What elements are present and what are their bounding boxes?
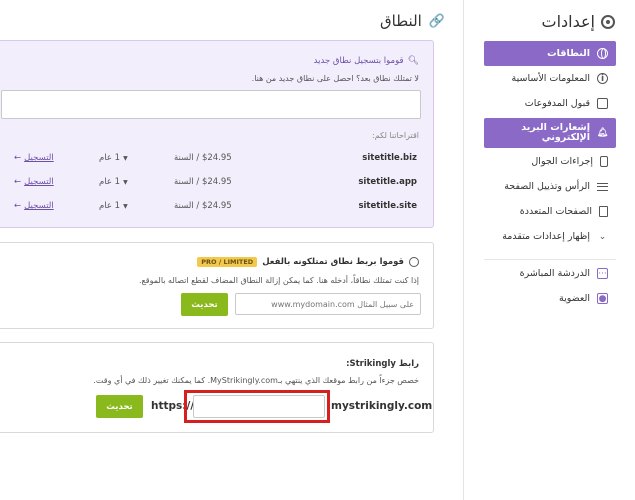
sidebar-item-live-chat[interactable]: ··· الدردشة المباشرة bbox=[484, 261, 616, 286]
suggestion-domain: sitetitle.app bbox=[358, 177, 417, 187]
search-icon: 🔍︎ bbox=[407, 56, 419, 66]
gear-icon bbox=[601, 14, 615, 29]
sidebar-item-header-footer[interactable]: الرأس وتذييل الصفحة bbox=[484, 174, 616, 199]
chevron-down-icon: ⌄ bbox=[598, 231, 607, 242]
term-select[interactable]: ▼ 1 عام bbox=[99, 153, 128, 163]
suggestions-label: اقتراحاتنا لكم: bbox=[372, 131, 419, 140]
sidebar-item-domains[interactable]: النطاقات bbox=[484, 41, 616, 66]
header-footer-icon bbox=[597, 182, 608, 191]
suggestion-row: sitetitle.site $24.95 / السنة ▼ 1 عام الت… bbox=[1, 201, 421, 215]
highlight-box bbox=[184, 390, 330, 423]
register-subtitle: لا تمتلك نطاق بعد؟ احصل على نطاق جديد من… bbox=[251, 74, 419, 83]
strikingly-title: رابط Strikingly: bbox=[346, 359, 419, 369]
term-select[interactable]: ▼ 1 عام bbox=[99, 177, 128, 187]
sidebar-item-multiple-pages[interactable]: الصفحات المتعددة bbox=[484, 199, 616, 224]
suggestion-price: $24.95 / السنة bbox=[174, 201, 232, 211]
suggestion-price: $24.95 / السنة bbox=[174, 177, 232, 187]
page-title: 🔗 النطاق bbox=[380, 12, 445, 30]
strikingly-url-panel: رابط Strikingly: خصص جزءاً من رابط موقعك… bbox=[0, 342, 434, 433]
url-suffix: mystrikingly.com bbox=[331, 400, 433, 412]
suggestion-domain: sitetitle.site bbox=[358, 201, 417, 211]
sidebar-item-membership[interactable]: ● العضوية bbox=[484, 286, 616, 311]
suggestion-domain: sitetitle.biz bbox=[362, 153, 417, 163]
strikingly-subtitle: خصص جزءاً من رابط موقعك الذي ينتهي بـMyS… bbox=[93, 376, 419, 385]
register-title: 🔍︎ قوموا بتسجيل نطاق جديد bbox=[313, 56, 419, 66]
sidebar-title: إعدادات bbox=[542, 12, 615, 31]
settings-sidebar: إعدادات النطاقات i المعلومات الأساسية قب… bbox=[463, 0, 635, 500]
connect-update-button[interactable]: تحديث bbox=[181, 293, 228, 316]
register-domain-panel: 🔍︎ قوموا بتسجيل نطاق جديد لا تمتلك نطاق … bbox=[0, 40, 434, 228]
domain-search-input[interactable] bbox=[1, 90, 421, 119]
term-select[interactable]: ▼ 1 عام bbox=[99, 201, 128, 211]
pages-icon bbox=[599, 206, 608, 217]
register-link[interactable]: التسجيل ← bbox=[14, 153, 54, 163]
sidebar-item-mobile-actions[interactable]: إجراءات الجوال bbox=[484, 149, 616, 174]
register-link[interactable]: التسجيل ← bbox=[14, 201, 54, 211]
sidebar-item-payments[interactable]: قبول المدفوعات bbox=[484, 91, 616, 116]
suggestion-row: sitetitle.biz $24.95 / السنة ▼ 1 عام التس… bbox=[1, 153, 421, 167]
globe-icon bbox=[409, 257, 419, 267]
bell-icon: 🔔︎ bbox=[596, 128, 609, 138]
chat-icon: ··· bbox=[597, 268, 608, 279]
arrow-left-icon: ← bbox=[14, 201, 22, 211]
sidebar-item-advanced-settings[interactable]: ⌄ إظهار إعدادات متقدمة bbox=[484, 224, 616, 249]
membership-icon: ● bbox=[597, 293, 608, 304]
payment-icon bbox=[597, 98, 608, 109]
arrow-left-icon: ← bbox=[14, 153, 22, 163]
strikingly-update-button[interactable]: تحديث bbox=[96, 395, 143, 418]
phone-icon bbox=[600, 156, 608, 167]
suggestion-price: $24.95 / السنة bbox=[174, 153, 232, 163]
link-icon: 🔗 bbox=[428, 13, 445, 29]
globe-icon bbox=[597, 48, 608, 59]
sidebar-item-email-notifications[interactable]: 🔔︎ إشعارات البريد الإلكتروني bbox=[484, 118, 616, 148]
caret-down-icon: ▼ bbox=[123, 154, 128, 162]
pro-badge: PRO / LIMITED bbox=[197, 257, 258, 267]
custom-domain-input[interactable] bbox=[235, 293, 421, 315]
connect-domain-panel: قوموا بربط نطاق تمتلكونه بالفعل PRO / LI… bbox=[0, 242, 434, 329]
connect-title: قوموا بربط نطاق تمتلكونه بالفعل PRO / LI… bbox=[197, 257, 419, 267]
page-title-text: النطاق bbox=[380, 12, 422, 30]
caret-down-icon: ▼ bbox=[123, 178, 128, 186]
info-icon: i bbox=[597, 73, 608, 84]
sidebar-divider bbox=[484, 259, 616, 260]
arrow-left-icon: ← bbox=[14, 177, 22, 187]
suggestion-row: sitetitle.app $24.95 / السنة ▼ 1 عام التس… bbox=[1, 177, 421, 191]
caret-down-icon: ▼ bbox=[123, 202, 128, 210]
register-link[interactable]: التسجيل ← bbox=[14, 177, 54, 187]
sidebar-item-basic-info[interactable]: i المعلومات الأساسية bbox=[484, 66, 616, 91]
connect-subtitle: إذا كنت تمتلك نطاقاً، أدخله هنا. كما يمك… bbox=[139, 276, 419, 285]
